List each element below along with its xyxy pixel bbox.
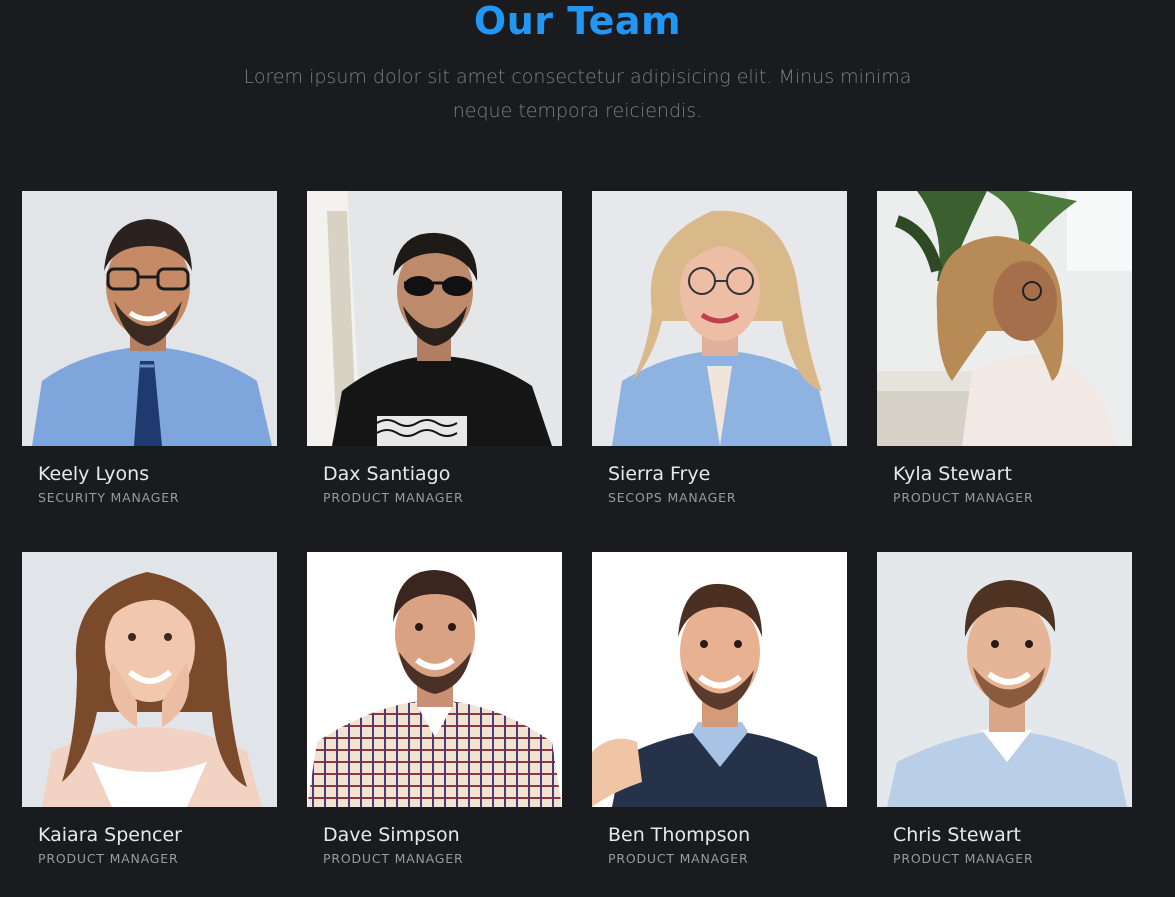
member-role: PRODUCT MANAGER (323, 851, 464, 866)
team-card[interactable]: Sierra Frye SECOPS MANAGER (592, 191, 847, 506)
member-photo[interactable] (307, 191, 562, 446)
member-photo[interactable] (307, 552, 562, 807)
member-role: SECOPS MANAGER (608, 490, 737, 505)
member-role: PRODUCT MANAGER (893, 851, 1034, 866)
member-name: Sierra Frye (608, 463, 711, 485)
member-photo[interactable] (22, 552, 277, 807)
member-role: PRODUCT MANAGER (893, 490, 1034, 505)
member-name: Ben Thompson (608, 824, 751, 846)
member-name: Kyla Stewart (893, 463, 1012, 485)
member-photo[interactable] (592, 191, 847, 446)
member-photo[interactable] (22, 191, 277, 446)
team-section: Our Team Lorem ipsum dolor sit amet cons… (0, 0, 1175, 897)
member-photo[interactable] (877, 552, 1132, 807)
member-role: SECURITY MANAGER (38, 490, 180, 505)
team-card[interactable]: Ben Thompson PRODUCT MANAGER (592, 552, 847, 867)
team-card[interactable]: Chris Stewart PRODUCT MANAGER (877, 552, 1132, 867)
team-card[interactable]: Dax Santiago PRODUCT MANAGER (307, 191, 562, 506)
member-name: Dave Simpson (323, 824, 460, 846)
member-role: PRODUCT MANAGER (38, 851, 179, 866)
member-name: Keely Lyons (38, 463, 150, 485)
team-card[interactable]: Kyla Stewart PRODUCT MANAGER (877, 191, 1132, 506)
member-photo[interactable] (877, 191, 1132, 446)
team-card[interactable]: Keely Lyons SECURITY MANAGER (22, 191, 277, 506)
team-card[interactable]: Kaiara Spencer PRODUCT MANAGER (22, 552, 277, 867)
member-name: Chris Stewart (893, 824, 1021, 846)
section-subtitle: Lorem ipsum dolor sit amet consectetur a… (243, 66, 912, 122)
member-role: PRODUCT MANAGER (608, 851, 749, 866)
member-role: PRODUCT MANAGER (323, 490, 464, 505)
section-title: Our Team (473, 0, 682, 43)
team-card[interactable]: Dave Simpson PRODUCT MANAGER (307, 552, 562, 867)
member-name: Dax Santiago (323, 463, 451, 485)
member-name: Kaiara Spencer (38, 824, 182, 846)
member-photo[interactable] (592, 552, 847, 807)
